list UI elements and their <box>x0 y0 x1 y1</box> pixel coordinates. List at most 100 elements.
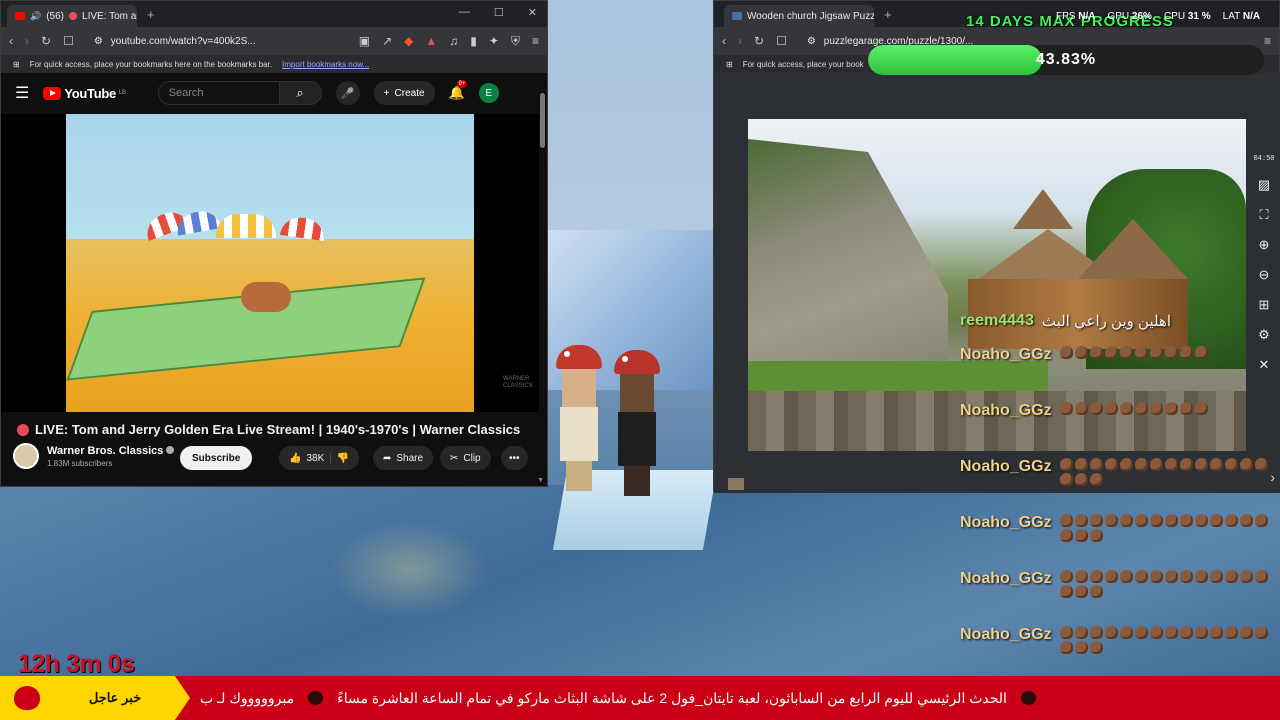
bookmark-icon[interactable]: ☐ <box>776 34 787 48</box>
search-input[interactable] <box>157 81 280 105</box>
emote-icon <box>1134 402 1148 415</box>
loose-puzzle-piece[interactable] <box>728 478 744 490</box>
emote-icon <box>1164 626 1178 639</box>
scrollbar-thumb[interactable] <box>540 93 545 148</box>
search-button[interactable]: ⌕ <box>279 81 322 105</box>
apps-grid-icon[interactable]: ⊞ <box>13 60 20 69</box>
chat-username[interactable]: Noaho_GGz <box>960 346 1052 364</box>
notification-badge: 9+ <box>456 80 468 88</box>
bookmark-icon[interactable]: ☐ <box>63 34 74 48</box>
fullscreen-icon[interactable]: ⛶ <box>1259 207 1268 223</box>
image-preview-icon[interactable]: ▨ <box>1258 177 1270 193</box>
chat-username[interactable]: Noaho_GGz <box>960 458 1052 476</box>
sidebar-icon[interactable]: ▮ <box>470 34 477 48</box>
back-icon[interactable]: ‹ <box>722 34 726 48</box>
like-count[interactable]: 38K <box>306 453 324 464</box>
media-icon[interactable]: ♫ <box>449 34 458 48</box>
more-actions-icon[interactable]: ••• <box>501 446 528 470</box>
share-label: Share <box>396 452 424 464</box>
back-icon[interactable]: ‹ <box>9 34 13 48</box>
youtube-tab[interactable]: 🔊 (56) LIVE: Tom and Jerry G ✕ <box>7 5 137 27</box>
emote-icon <box>1089 458 1103 471</box>
search-icon: ⌕ <box>296 85 304 100</box>
site-info-icon[interactable]: ⚙ <box>807 36 816 47</box>
reload-icon[interactable]: ↻ <box>754 34 764 48</box>
progress-percent: 43.83% <box>1035 51 1097 68</box>
import-bookmarks-link[interactable]: Import bookmarks now... <box>282 60 369 69</box>
notifications-bell-icon[interactable]: 🔔 9+ <box>449 80 468 101</box>
dislike-icon[interactable]: 👎 <box>337 453 349 464</box>
chat-username[interactable]: Noaho_GGz <box>960 626 1052 644</box>
zoom-out-icon[interactable]: ⊖ <box>1259 267 1270 283</box>
menu-icon[interactable]: ≡ <box>1264 34 1271 48</box>
scroll-down-icon[interactable]: ▼ <box>537 477 544 484</box>
emote-icon <box>1104 626 1118 639</box>
emote-icon <box>1239 626 1253 639</box>
channel-name[interactable]: Warner Bros. Classics <box>47 445 163 457</box>
bookmarks-bar: ⊞ For quick access, place your bookmarks… <box>1 55 547 73</box>
emote-icon <box>1194 346 1208 359</box>
speaker-icon[interactable]: 🔊 <box>30 11 41 22</box>
emote-icon <box>1089 514 1103 527</box>
new-tab-icon[interactable]: + <box>147 7 155 22</box>
cpu-label: CPU <box>1163 11 1186 22</box>
plus-icon: + <box>383 87 390 99</box>
chat-username[interactable]: Noaho_GGz <box>960 402 1052 420</box>
subscribe-button[interactable]: Subscribe <box>180 446 253 470</box>
forward-icon[interactable]: › <box>25 34 29 48</box>
reload-icon[interactable]: ↻ <box>41 34 51 48</box>
hamburger-menu-icon[interactable]: ☰ <box>15 83 29 103</box>
menu-icon[interactable]: ≡ <box>532 34 539 48</box>
new-tab-icon[interactable]: + <box>884 7 892 22</box>
like-icon[interactable]: 👍 <box>289 453 301 464</box>
screen-icon[interactable]: ▣ <box>359 34 370 48</box>
emote-icon <box>1089 585 1103 598</box>
brave-shield-icon[interactable]: ◆ <box>404 34 413 48</box>
emote-icon <box>1164 570 1178 583</box>
site-info-icon[interactable]: ⚙ <box>94 36 103 47</box>
maximize-icon[interactable]: ☐ <box>494 6 504 19</box>
channel-avatar[interactable] <box>13 443 39 469</box>
like-dislike-group: 👍 38K | 👎 <box>279 446 360 470</box>
puzzle-board[interactable]: 04:50 ▨ ⛶ ⊕ ⊖ ⊞ ⚙ ✕ › <box>714 73 1280 493</box>
puzzle-tab[interactable]: Wooden church Jigsaw Puzzle ( ✕ <box>724 5 874 27</box>
voice-search-icon[interactable]: 🎤 <box>335 81 360 105</box>
zoom-in-icon[interactable]: ⊕ <box>1259 237 1270 253</box>
emote-icon <box>1254 570 1268 583</box>
chat-username[interactable]: reem4443 <box>960 312 1034 330</box>
emote-icon <box>1119 402 1133 415</box>
create-button[interactable]: + Create <box>373 81 435 105</box>
game-character-left <box>556 345 602 491</box>
fps-label: FPS <box>1056 11 1076 22</box>
video-player[interactable]: WARNER CLASSICS <box>1 114 539 412</box>
ticker-text: الحدث الرئيسي لليوم الرابع من الساباثون،… <box>337 689 1007 706</box>
clip-button[interactable]: ✂ Clip <box>440 446 491 470</box>
youtube-search: ⌕ <box>157 81 322 105</box>
apps-grid-icon[interactable]: ⊞ <box>726 60 733 69</box>
vpn-icon[interactable]: ⛨ <box>511 34 520 49</box>
close-window-icon[interactable]: ✕ <box>528 6 537 19</box>
emote-icon <box>1149 570 1163 583</box>
emote-icon <box>1059 458 1073 471</box>
youtube-header: ☰ YouTube LB ⌕ 🎤 + Create 🔔9+ E <box>1 73 547 113</box>
emote-icon <box>1059 585 1073 598</box>
emote-icon <box>1194 402 1208 415</box>
minimize-icon[interactable]: — <box>459 6 470 19</box>
youtube-logo[interactable]: YouTube LB <box>43 86 126 101</box>
grid-icon[interactable]: ⊞ <box>1259 297 1270 313</box>
emote-icon <box>1074 402 1088 415</box>
chat-message: Noaho_GGz <box>960 346 1280 364</box>
forward-icon[interactable]: › <box>738 34 742 48</box>
account-avatar[interactable]: E <box>478 83 499 103</box>
url-field[interactable]: ⚙ youtube.com/watch?v=400k2S... <box>86 30 347 52</box>
chat-username[interactable]: Noaho_GGz <box>960 514 1052 532</box>
share-page-icon[interactable]: ↗ <box>382 34 392 48</box>
share-button[interactable]: ➦ Share <box>373 446 434 470</box>
chat-username[interactable]: Noaho_GGz <box>960 570 1052 588</box>
chat-emotes <box>1059 346 1270 359</box>
rewards-icon[interactable]: ▲ <box>425 34 437 48</box>
emote-icon <box>1254 514 1268 527</box>
emote-icon <box>1089 346 1103 359</box>
emote-icon <box>1254 458 1268 471</box>
extensions-icon[interactable]: ✦ <box>489 34 499 48</box>
